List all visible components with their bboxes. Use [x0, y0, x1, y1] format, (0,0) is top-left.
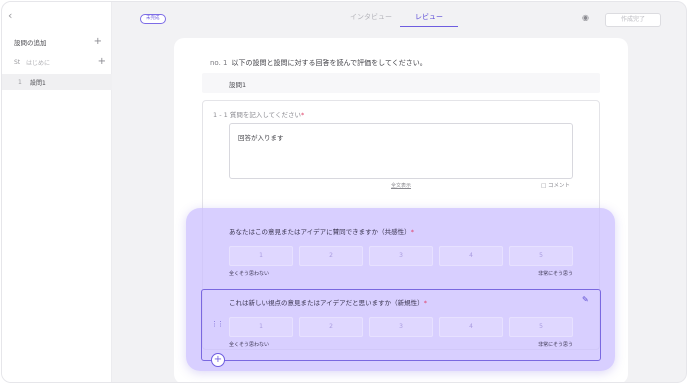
- add-criterion-icon[interactable]: +: [211, 353, 225, 367]
- add-question-label: 設問の追加: [14, 39, 47, 47]
- sub-question-title: 1 - 1 質問を記入してください*: [213, 109, 304, 119]
- criterion-title-text: これは新しい視点の意見またはアイデアだと思いますか（新規性）: [229, 299, 424, 307]
- sub-question-number: 1 - 1: [213, 111, 228, 119]
- rating-option[interactable]: 5: [509, 246, 573, 266]
- comment-button[interactable]: □ コメント: [541, 181, 570, 189]
- rating-option[interactable]: 1: [229, 246, 293, 266]
- required-mark: *: [410, 228, 414, 236]
- low-anchor: 全くそう思わない: [229, 342, 270, 348]
- criterion-novelty: これは新しい視点の意見またはアイデアだと思いますか（新規性）* 1 2 3 4 …: [229, 297, 573, 348]
- sidebar-item-intro[interactable]: St はじめに +: [14, 56, 106, 68]
- add-question-plus-icon[interactable]: +: [94, 37, 102, 47]
- section-label: 設問1: [229, 81, 247, 89]
- mode-tabs: インタビュー レビュー: [342, 12, 458, 27]
- answer-box[interactable]: 回答が入ります: [229, 123, 573, 179]
- rating-option[interactable]: 2: [299, 317, 363, 337]
- comment-label: コメント: [547, 183, 570, 189]
- rating-scale: 1 2 3 4 5: [229, 246, 573, 266]
- sidebar-item-label: はじめに: [26, 59, 51, 67]
- rating-option[interactable]: 1: [229, 317, 293, 337]
- scale-anchors: 全くそう思わない 非常にそう思う: [229, 341, 573, 348]
- add-intro-plus-icon[interactable]: +: [98, 57, 106, 67]
- tab-interview[interactable]: インタビュー: [342, 12, 400, 27]
- comment-icon: □: [541, 183, 547, 189]
- question-header: no. 1 以下の設問と設問に対する回答を読んで評価をしてください。: [210, 58, 427, 68]
- rating-scale: 1 2 3 4 5: [229, 317, 573, 337]
- complete-button[interactable]: 作成完了: [605, 13, 661, 27]
- question-instruction: 以下の設問と設問に対する回答を読んで評価をしてください。: [231, 59, 427, 67]
- low-anchor: 全くそう思わない: [229, 271, 270, 277]
- high-anchor: 非常にそう思う: [538, 271, 573, 277]
- criterion-title: これは新しい視点の意見またはアイデアだと思いますか（新規性）*: [229, 297, 573, 307]
- sidebar-item-num: St: [14, 58, 21, 66]
- required-mark: *: [423, 299, 427, 307]
- high-anchor: 非常にそう思う: [538, 342, 573, 348]
- scale-anchors: 全くそう思わない 非常にそう思う: [229, 270, 573, 277]
- sidebar-item-question-1[interactable]: 1 設問1: [2, 74, 112, 90]
- rating-option[interactable]: 5: [509, 317, 573, 337]
- rating-option[interactable]: 2: [299, 246, 363, 266]
- drag-handle-icon[interactable]: ⋮⋮: [211, 320, 224, 328]
- rating-option[interactable]: 3: [369, 246, 433, 266]
- app-window: ‹ 設問の追加 + St はじめに + 1 設問1 未完成 インタビュー レビュ…: [1, 1, 687, 383]
- status-badge: 未完成: [140, 14, 166, 24]
- rating-option[interactable]: 4: [439, 317, 503, 337]
- question-number: no. 1: [210, 59, 228, 67]
- pencil-icon[interactable]: ✎: [582, 295, 589, 304]
- rating-option[interactable]: 3: [369, 317, 433, 337]
- required-mark: *: [300, 111, 305, 119]
- sub-question-prompt[interactable]: 質問を記入してください: [230, 111, 301, 119]
- criterion-title: あなたはこの意見またはアイデアに賛同できますか（共感性）*: [229, 226, 573, 236]
- sidebar-item-num: 1: [18, 78, 22, 86]
- tab-review[interactable]: レビュー: [400, 12, 458, 27]
- chevron-left-icon[interactable]: ‹: [8, 10, 18, 22]
- sidebar-item-label: 設問1: [30, 79, 46, 87]
- criterion-empathy: あなたはこの意見またはアイデアに賛同できますか（共感性）* 1 2 3 4 5 …: [229, 226, 573, 277]
- sidebar: ‹ 設問の追加 + St はじめに + 1 設問1: [2, 2, 112, 382]
- eye-icon[interactable]: ◉: [582, 14, 592, 22]
- full-view-link[interactable]: 全文表示: [391, 182, 411, 189]
- section-label-box: 設問1: [202, 73, 600, 93]
- criterion-title-text: あなたはこの意見またはアイデアに賛同できますか（共感性）: [229, 228, 411, 236]
- rating-option[interactable]: 4: [439, 246, 503, 266]
- add-question-header: 設問の追加 +: [14, 36, 102, 48]
